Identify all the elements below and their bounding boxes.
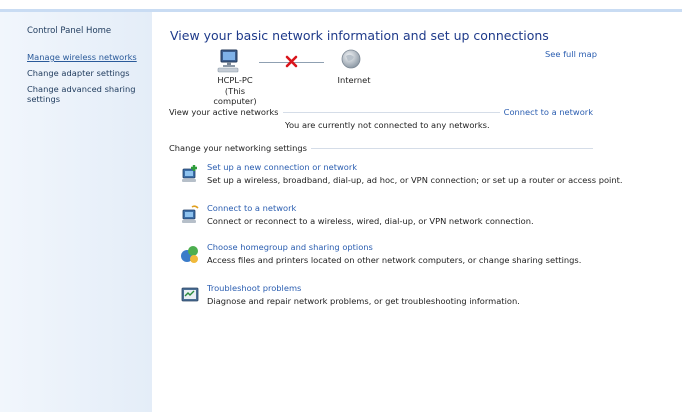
homegroup-icon	[181, 246, 198, 263]
not-connected-message: You are currently not connected to any n…	[285, 120, 490, 130]
main-content: View your basic network information and …	[152, 12, 682, 412]
active-networks-label: View your active networks	[169, 107, 283, 117]
task-link[interactable]: Connect to a network	[207, 203, 296, 213]
task-description: Diagnose and repair network problems, or…	[207, 296, 520, 306]
control-panel-home-link[interactable]: Control Panel Home	[27, 26, 111, 36]
window-top-bar	[0, 0, 682, 12]
change-adapter-settings-link[interactable]: Change adapter settings	[27, 68, 147, 78]
internet-globe-icon	[341, 49, 361, 69]
task-link[interactable]: Set up a new connection or network	[207, 162, 357, 172]
active-networks-section: View your active networks Connect to a n…	[169, 107, 593, 117]
this-computer-label: (This computer)	[213, 86, 257, 106]
task-link[interactable]: Troubleshoot problems	[207, 283, 301, 293]
see-full-map-link[interactable]: See full map	[545, 49, 597, 59]
task-description: Access files and printers located on oth…	[207, 255, 582, 265]
change-advanced-sharing-link[interactable]: Change advanced sharing settings	[27, 84, 147, 104]
change-settings-section: Change your networking settings	[169, 143, 593, 153]
computer-icon	[217, 49, 239, 73]
connect-to-network-link[interactable]: Connect to a network	[499, 107, 593, 117]
task-description: Connect or reconnect to a wireless, wire…	[207, 216, 534, 226]
disconnected-x-icon[interactable]	[285, 55, 298, 68]
sidebar: Control Panel Home Manage wireless netwo…	[0, 12, 152, 412]
task-description: Set up a wireless, broadband, dial-up, a…	[207, 175, 623, 185]
troubleshoot-icon	[181, 287, 199, 302]
new-connection-icon	[182, 165, 197, 182]
change-settings-label: Change your networking settings	[169, 143, 311, 153]
manage-wireless-networks-link[interactable]: Manage wireless networks	[27, 52, 147, 62]
connect-network-icon	[182, 205, 199, 223]
internet-label: Internet	[337, 75, 371, 85]
task-link[interactable]: Choose homegroup and sharing options	[207, 242, 373, 252]
computer-name-label: HCPL-PC	[217, 75, 253, 85]
page-title: View your basic network information and …	[170, 28, 549, 43]
